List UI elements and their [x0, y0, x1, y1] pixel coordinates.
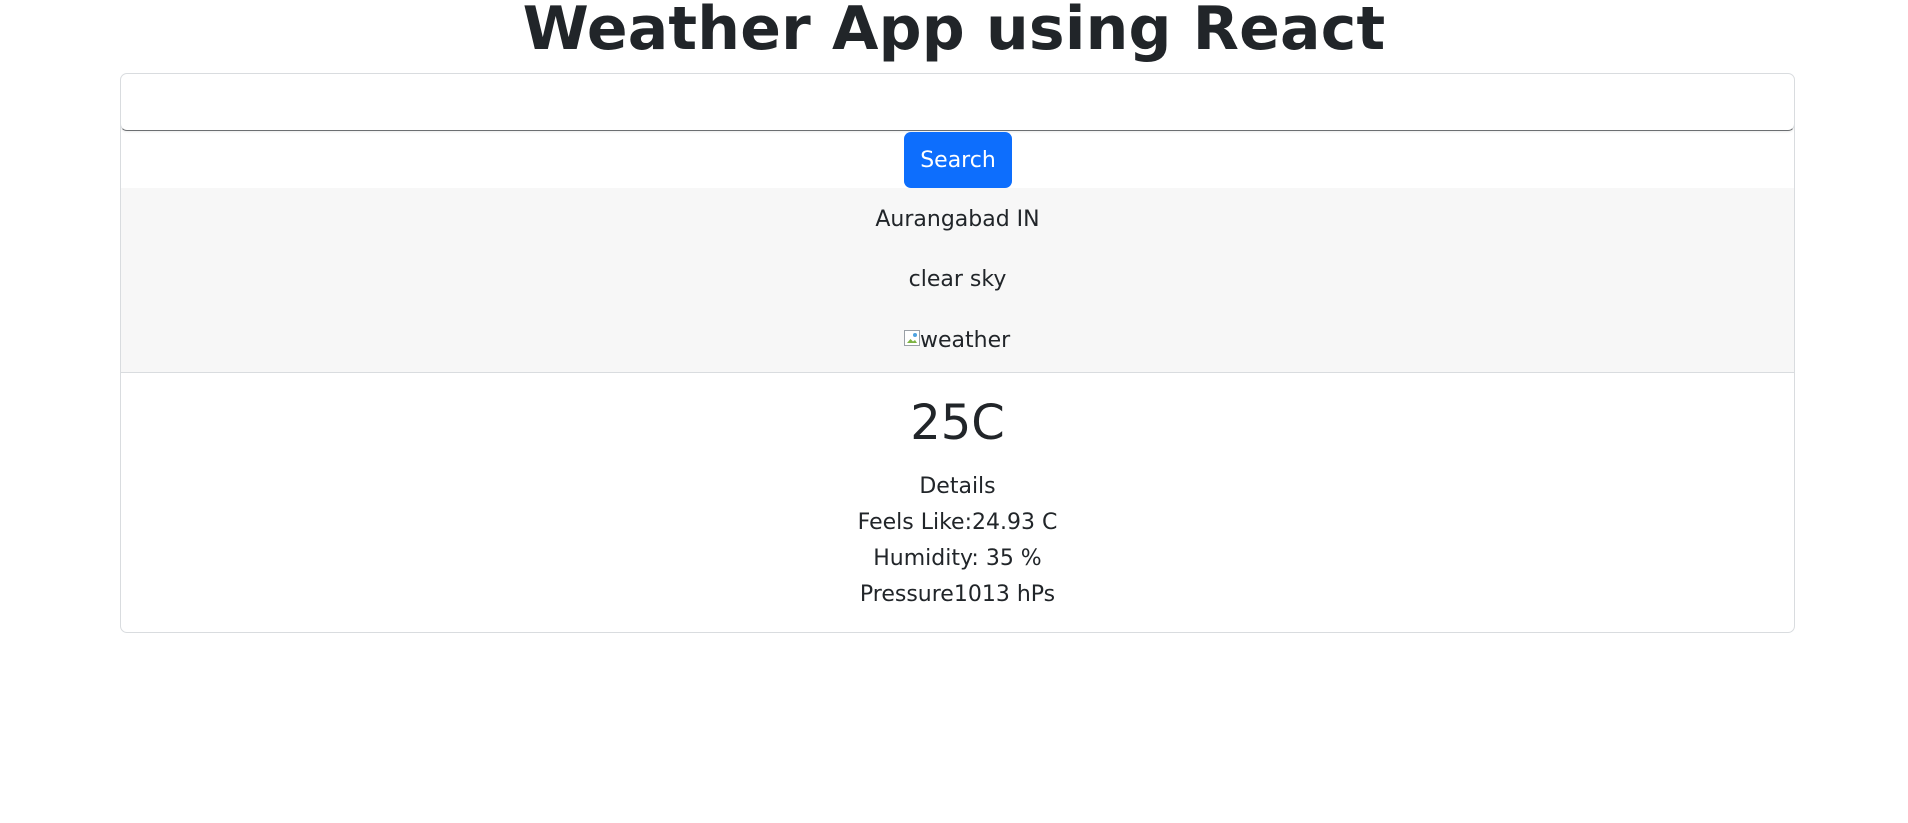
humidity-text: Humidity: 35 % [873, 546, 1042, 571]
search-button[interactable]: Search [904, 132, 1012, 188]
location-text: Aurangabad IN [875, 207, 1040, 232]
details-list: Details Feels Like:24.93 C Humidity: 35 … [121, 469, 1794, 613]
weather-details: 25C Details Feels Like:24.93 C Humidity:… [121, 373, 1794, 632]
weather-image: weather [904, 326, 1010, 356]
temperature-value: 25C [910, 395, 1005, 451]
weather-card: Search Aurangabad IN clear sky weather 2… [120, 73, 1795, 633]
details-heading: Details [919, 474, 996, 499]
broken-image-icon [904, 330, 920, 346]
weather-image-alt-text: weather [920, 328, 1011, 353]
page-title: Weather App using React [522, 0, 1386, 64]
feels-like-text: Feels Like:24.93 C [857, 510, 1058, 535]
pressure-text: Pressure1013 hPs [859, 582, 1056, 607]
weather-summary: Aurangabad IN clear sky weather [121, 188, 1794, 373]
search-input[interactable] [121, 74, 1794, 131]
weather-app: Weather App using React Search Aurangaba… [0, 0, 1908, 823]
weather-description: clear sky [908, 267, 1007, 292]
